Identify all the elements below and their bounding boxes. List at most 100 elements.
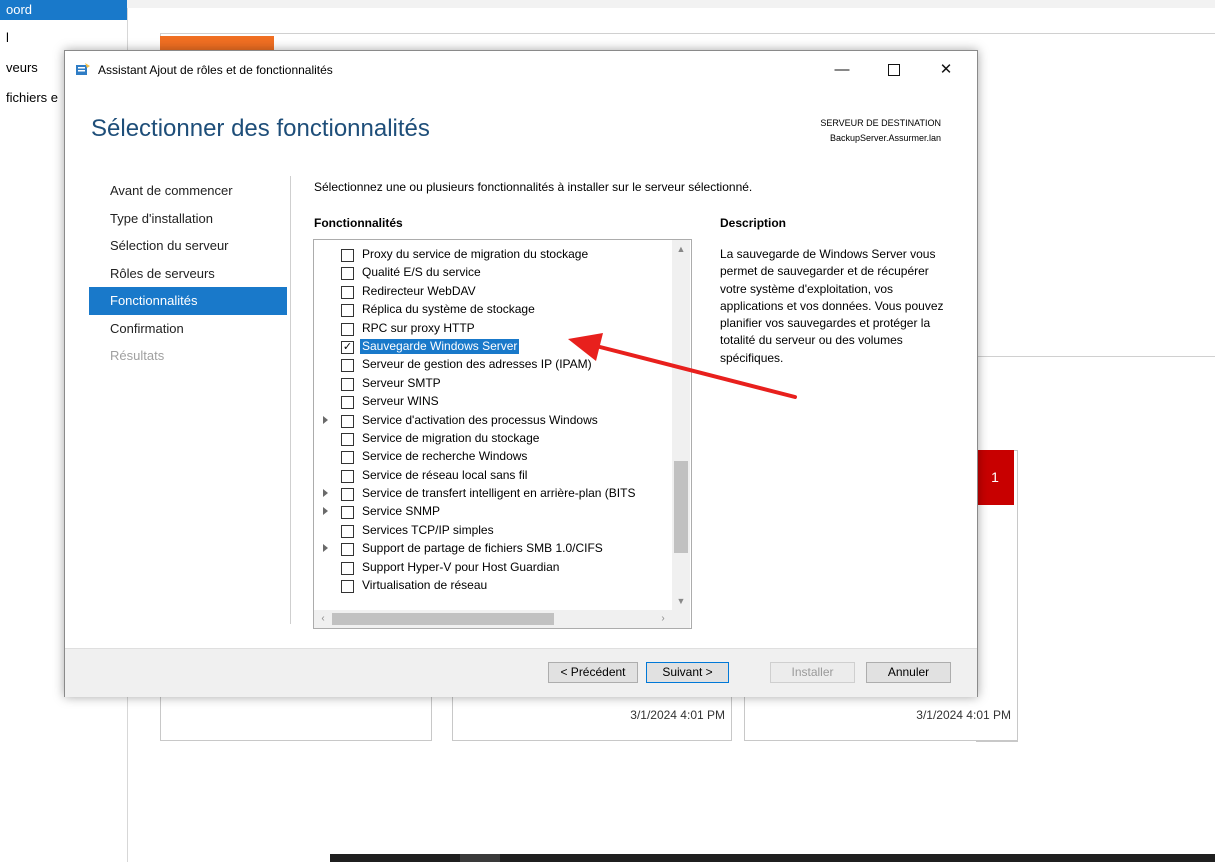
feature-label[interactable]: Serveur SMTP bbox=[360, 376, 443, 391]
feature-checkbox[interactable] bbox=[341, 561, 354, 575]
feature-row[interactable]: Service de recherche Windows bbox=[314, 448, 672, 466]
feature-label[interactable]: Service d'activation des processus Windo… bbox=[360, 413, 600, 428]
feature-row[interactable]: Service d'activation des processus Windo… bbox=[314, 412, 672, 430]
feature-label[interactable]: Sauvegarde Windows Server bbox=[360, 338, 520, 354]
dialog-title: Assistant Ajout de rôles et de fonctionn… bbox=[98, 63, 333, 77]
steps-divider bbox=[290, 176, 291, 624]
feature-checkbox[interactable] bbox=[341, 377, 354, 391]
feature-row[interactable]: Virtualisation de réseau bbox=[314, 577, 672, 595]
maximize-button[interactable] bbox=[871, 51, 917, 89]
vertical-scroll-thumb[interactable] bbox=[674, 461, 688, 553]
next-button[interactable]: Suivant > bbox=[646, 662, 729, 683]
horizontal-scroll-thumb[interactable] bbox=[332, 613, 554, 625]
feature-row[interactable]: ✓ Sauvegarde Windows Server bbox=[314, 338, 672, 356]
feature-label[interactable]: Proxy du service de migration du stockag… bbox=[360, 247, 590, 262]
destination-server-label: SERVEUR DE DESTINATION bbox=[820, 118, 941, 128]
maximize-icon bbox=[888, 64, 900, 77]
feature-checkbox[interactable] bbox=[341, 414, 354, 428]
feature-checkbox[interactable] bbox=[341, 304, 354, 318]
wizard-step: Résultats bbox=[110, 348, 165, 363]
card-timestamp: 3/1/2024 4:01 PM bbox=[916, 708, 1011, 722]
install-button[interactable]: Installer bbox=[770, 662, 855, 683]
expand-arrow-icon[interactable] bbox=[323, 415, 328, 424]
wizard-step[interactable]: Fonctionnalités bbox=[89, 287, 287, 315]
vertical-scrollbar[interactable]: ▲ ▼ bbox=[672, 240, 690, 610]
close-button[interactable]: ✕ bbox=[923, 51, 969, 89]
feature-row[interactable]: Réplica du système de stockage bbox=[314, 301, 672, 319]
destination-server-name: BackupServer.Assurmer.lan bbox=[829, 133, 941, 143]
feature-label[interactable]: Service de réseau local sans fil bbox=[360, 468, 529, 483]
feature-checkbox[interactable] bbox=[341, 396, 354, 410]
feature-checkbox[interactable] bbox=[341, 285, 354, 299]
wizard-step[interactable]: Avant de commencer bbox=[89, 177, 287, 205]
feature-label[interactable]: RPC sur proxy HTTP bbox=[360, 321, 477, 336]
feature-row[interactable]: Support de partage de fichiers SMB 1.0/C… bbox=[314, 540, 672, 558]
feature-row[interactable]: Qualité E/S du service bbox=[314, 264, 672, 282]
feature-checkbox[interactable] bbox=[341, 524, 354, 538]
feature-row[interactable]: Service de migration du stockage bbox=[314, 430, 672, 448]
previous-button[interactable]: < Précédent bbox=[548, 662, 638, 683]
feature-row[interactable]: Proxy du service de migration du stockag… bbox=[314, 246, 672, 264]
scrollbar-corner bbox=[672, 610, 690, 628]
feature-checkbox[interactable] bbox=[341, 451, 354, 465]
feature-label[interactable]: Support Hyper-V pour Host Guardian bbox=[360, 560, 561, 575]
feature-checkbox[interactable] bbox=[341, 543, 354, 557]
dialog-footer: < Précédent Suivant > Installer Annuler bbox=[65, 648, 977, 697]
feature-label[interactable]: Service de migration du stockage bbox=[360, 431, 541, 446]
expand-arrow-icon[interactable] bbox=[323, 507, 328, 516]
nav-item-dashboard[interactable]: oord bbox=[0, 0, 127, 20]
features-tree[interactable]: Proxy du service de migration du stockag… bbox=[313, 239, 692, 629]
scroll-right-icon[interactable]: › bbox=[654, 610, 672, 628]
expand-arrow-icon[interactable] bbox=[323, 489, 328, 498]
feature-row[interactable]: Redirecteur WebDAV bbox=[314, 283, 672, 301]
feature-row[interactable]: Support Hyper-V pour Host Guardian bbox=[314, 559, 672, 577]
feature-label[interactable]: Qualité E/S du service bbox=[360, 265, 483, 280]
feature-label[interactable]: Service de transfert intelligent en arri… bbox=[360, 486, 637, 501]
feature-checkbox[interactable] bbox=[341, 488, 354, 502]
feature-label[interactable]: Réplica du système de stockage bbox=[360, 302, 537, 317]
feature-checkbox[interactable] bbox=[341, 249, 354, 262]
wizard-step[interactable]: Sélection du serveur bbox=[89, 232, 287, 260]
feature-label[interactable]: Serveur WINS bbox=[360, 394, 441, 409]
feature-checkbox[interactable] bbox=[341, 359, 354, 373]
nav-item-local-server[interactable]: l bbox=[0, 28, 127, 48]
feature-row[interactable]: Service SNMP bbox=[314, 503, 672, 521]
feature-label[interactable]: Virtualisation de réseau bbox=[360, 578, 489, 593]
feature-label[interactable]: Support de partage de fichiers SMB 1.0/C… bbox=[360, 541, 605, 556]
wizard-step[interactable]: Type d'installation bbox=[89, 205, 287, 233]
feature-row[interactable]: RPC sur proxy HTTP bbox=[314, 320, 672, 338]
feature-row[interactable]: Service de transfert intelligent en arri… bbox=[314, 485, 672, 503]
feature-checkbox[interactable] bbox=[341, 322, 354, 336]
feature-checkbox[interactable] bbox=[341, 506, 354, 520]
feature-label[interactable]: Services TCP/IP simples bbox=[360, 523, 496, 538]
expand-arrow-icon[interactable] bbox=[323, 544, 328, 553]
feature-checkbox[interactable] bbox=[341, 580, 354, 594]
minimize-button[interactable]: — bbox=[819, 51, 865, 89]
feature-row[interactable]: Services TCP/IP simples bbox=[314, 522, 672, 540]
feature-checkbox[interactable] bbox=[341, 469, 354, 483]
card-timestamp: 3/1/2024 4:01 PM bbox=[630, 708, 725, 722]
feature-row[interactable]: Serveur de gestion des adresses IP (IPAM… bbox=[314, 356, 672, 374]
scroll-down-icon[interactable]: ▼ bbox=[672, 592, 690, 610]
taskbar-item[interactable] bbox=[460, 854, 500, 862]
wizard-step[interactable]: Rôles de serveurs bbox=[89, 260, 287, 288]
horizontal-scrollbar[interactable]: ‹ › bbox=[314, 610, 672, 628]
background-card bbox=[160, 696, 432, 741]
scroll-left-icon[interactable]: ‹ bbox=[314, 610, 332, 628]
scroll-up-icon[interactable]: ▲ bbox=[672, 240, 690, 258]
background-card: 3/1/2024 4:01 PM bbox=[452, 696, 732, 741]
wizard-step[interactable]: Confirmation bbox=[89, 315, 287, 343]
feature-label[interactable]: Serveur de gestion des adresses IP (IPAM… bbox=[360, 357, 594, 372]
feature-checkbox[interactable] bbox=[341, 432, 354, 446]
feature-label[interactable]: Service SNMP bbox=[360, 504, 442, 519]
feature-row[interactable]: Service de réseau local sans fil bbox=[314, 467, 672, 485]
feature-row[interactable]: Serveur SMTP bbox=[314, 375, 672, 393]
feature-row[interactable]: Serveur WINS bbox=[314, 393, 672, 411]
close-icon: ✕ bbox=[939, 61, 953, 78]
feature-checkbox-checked[interactable]: ✓ bbox=[341, 340, 354, 354]
cancel-button[interactable]: Annuler bbox=[866, 662, 951, 683]
feature-label[interactable]: Redirecteur WebDAV bbox=[360, 284, 478, 299]
feature-checkbox[interactable] bbox=[341, 267, 354, 281]
feature-label[interactable]: Service de recherche Windows bbox=[360, 449, 529, 464]
dialog-titlebar[interactable]: Assistant Ajout de rôles et de fonctionn… bbox=[65, 51, 977, 89]
